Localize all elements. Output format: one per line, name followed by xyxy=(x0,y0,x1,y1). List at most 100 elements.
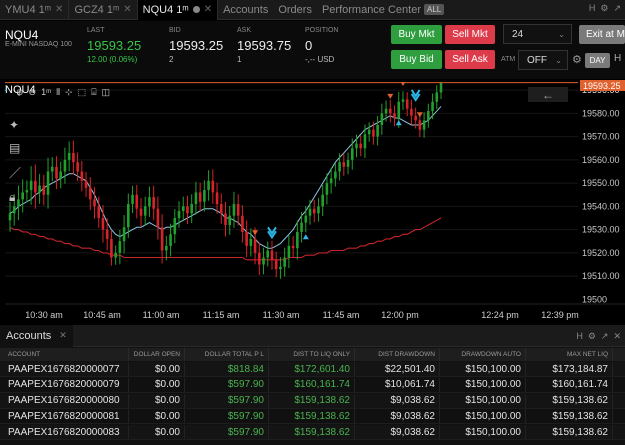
column-header[interactable]: DOLLAR TOTAL P L xyxy=(185,348,269,361)
table-cell: PAAPEX1676820000079 xyxy=(0,377,129,392)
table-cell: $173,184.87 xyxy=(526,362,613,376)
close-icon[interactable]: ✕ xyxy=(59,330,67,341)
tab-gcz4[interactable]: GCZ4 1ᵐ ✕ xyxy=(69,0,138,20)
column-header[interactable]: MAX NET LIQ xyxy=(526,348,613,361)
layers-icon[interactable]: ◫ xyxy=(102,87,111,98)
h-icon[interactable]: H xyxy=(576,331,583,342)
tab-bar: YMU4 1ᵐ ✕ GCZ4 1ᵐ ✕ NQU4 1ᵐ ✕ Accounts Orde… xyxy=(0,0,625,20)
sell-mkt-button[interactable]: Sell Mkt xyxy=(445,25,495,44)
export-icon[interactable]: ↗ xyxy=(613,3,621,14)
candle-body xyxy=(224,213,227,225)
chevron-down-icon[interactable]: ⌄ xyxy=(558,30,565,39)
column-header[interactable]: DIST TO LIQ ONLY xyxy=(269,348,355,361)
ask-value: 19593.75 xyxy=(237,38,292,53)
table-row[interactable]: PAAPEX1676820000077 $0.00 $818.84 $172,601.… xyxy=(0,362,625,377)
tab-performance-center[interactable]: Performance Center ALL xyxy=(317,0,449,20)
accounts-controls: H ⚙ ↗ ✕ xyxy=(576,331,621,342)
column-header[interactable]: DOLLAR OPEN xyxy=(129,348,185,361)
all-badge[interactable]: ALL xyxy=(424,4,445,15)
tab-orders[interactable]: Orders xyxy=(273,0,317,20)
tab-performance-label: Performance Center xyxy=(321,3,421,16)
sell-ask-button[interactable]: Sell Ask xyxy=(445,50,495,69)
close-icon[interactable]: ✕ xyxy=(613,331,621,342)
price-tick-label: 19540.00 xyxy=(582,201,620,211)
chevron-down-icon[interactable]: ⌄ xyxy=(555,56,562,65)
candle-body xyxy=(186,206,189,214)
candle-body xyxy=(114,252,117,258)
bar-type-icon[interactable]: ⫴ xyxy=(56,87,60,98)
table-row[interactable]: PAAPEX1676820000080 $0.00 $597.90 $159,138.… xyxy=(0,393,625,409)
gear-icon[interactable]: ⚙ xyxy=(572,53,582,66)
cursor-icon[interactable]: ✦ xyxy=(9,118,21,132)
export-icon[interactable]: ↗ xyxy=(601,331,609,342)
atm-label: ATM xyxy=(501,56,516,63)
candle-body xyxy=(321,194,324,207)
accounts-table-header: ACCOUNT DOLLAR OPEN DOLLAR TOTAL P L DIS… xyxy=(0,348,625,361)
time-axis: 10:30 am 10:45 am 11:00 am 11:15 am 11:30 am… xyxy=(5,303,625,320)
order-arrow-icon[interactable]: ↓ xyxy=(3,82,15,94)
candle-body xyxy=(55,166,58,179)
candle-body xyxy=(118,241,122,253)
exit-at-mkt-button[interactable]: Exit at M xyxy=(579,25,625,44)
candle-body xyxy=(215,192,219,205)
candle-body xyxy=(270,250,274,260)
close-icon[interactable]: ✕ xyxy=(204,4,212,15)
price-tick-label: 19550.00 xyxy=(582,178,620,188)
table-cell: PAAPEX1676820000081 xyxy=(0,409,129,424)
zoom-in-icon[interactable]: ⊕ xyxy=(16,87,24,98)
candle-body xyxy=(152,197,155,209)
candle-body xyxy=(84,180,88,188)
tab-nqu4[interactable]: NQU4 1ᵐ ✕ xyxy=(137,0,219,20)
candle-body xyxy=(329,178,333,184)
link-h-icon[interactable]: H xyxy=(589,3,596,14)
h-icon[interactable]: H xyxy=(614,53,621,64)
table-row[interactable]: PAAPEX1676820000083 $0.00 $597.90 $159,138.… xyxy=(0,425,625,441)
crosshair-icon[interactable]: ⊹ xyxy=(65,87,73,98)
gear-icon[interactable]: ⚙ xyxy=(600,3,608,14)
candle-body xyxy=(384,108,388,114)
lock-icon[interactable]: 🔒︎ xyxy=(9,190,21,205)
column-header[interactable]: DIST DRAWDOWN xyxy=(355,348,440,361)
indicators-icon[interactable]: ⌸ xyxy=(91,87,96,98)
atm-select[interactable]: OFF ⌄ xyxy=(518,50,568,70)
draw-select-icon[interactable]: ⬚ xyxy=(78,87,87,98)
time-tick-label: 12:39 pm xyxy=(541,310,579,320)
accounts-tab[interactable]: Accounts ✕ xyxy=(0,324,73,347)
gear-icon[interactable]: ⚙ xyxy=(588,331,596,342)
tab-accounts[interactable]: Accounts xyxy=(218,0,273,20)
candle-body xyxy=(63,159,67,172)
candle-body xyxy=(88,187,92,200)
buy-mkt-button[interactable]: Buy Mkt xyxy=(391,25,442,44)
column-header[interactable]: ACCOUNT xyxy=(0,348,129,361)
close-icon[interactable]: ✕ xyxy=(123,4,131,15)
quantity-input[interactable]: 24 ⌄ xyxy=(503,24,572,44)
zoom-out-icon[interactable]: ⊖ xyxy=(29,87,37,98)
interval-label[interactable]: 1ᵐ xyxy=(41,87,51,98)
column-header[interactable]: DRAWDOWN AUTO xyxy=(440,348,526,361)
table-cell: $159,138.62 xyxy=(526,409,613,424)
accounts-title: Accounts xyxy=(6,329,52,342)
back-arrow-button[interactable]: ← xyxy=(528,87,568,102)
notes-icon[interactable]: ▤ xyxy=(9,141,21,155)
candle-body xyxy=(165,245,168,251)
candle-body xyxy=(359,143,363,149)
candle-body xyxy=(34,180,37,193)
price-chart[interactable]: 19510.00 19520.00 19530.00 19540.00 19550.00… xyxy=(0,68,625,324)
tab-ymu4-label: YMU4 1ᵐ xyxy=(5,3,52,16)
table-row[interactable]: PAAPEX1676820000079 $0.00 $597.90 $160,161.… xyxy=(0,377,625,393)
chart-panel[interactable]: 19510.00 19520.00 19530.00 19540.00 19550.00… xyxy=(0,68,625,324)
price-tick-label: 19520.00 xyxy=(582,248,620,258)
candle-body xyxy=(304,215,308,223)
tab-ymu4[interactable]: YMU4 1ᵐ ✕ xyxy=(0,0,70,20)
candle-body xyxy=(300,222,303,232)
day-tif-button[interactable]: DAY xyxy=(585,53,610,68)
table-row[interactable]: PAAPEX1676820000081 $0.00 $597.90 $159,138.… xyxy=(0,409,625,425)
close-icon[interactable]: ✕ xyxy=(55,4,63,15)
candle-body xyxy=(317,206,320,214)
candle-body xyxy=(388,108,392,114)
quantity-value: 24 xyxy=(512,28,524,40)
quote-symbol[interactable]: NQU4 xyxy=(5,28,38,42)
table-cell: $150,100.00 xyxy=(440,362,526,376)
buy-bid-button[interactable]: Buy Bid xyxy=(391,50,442,69)
line-tool-icon[interactable]: ／ xyxy=(9,164,21,181)
